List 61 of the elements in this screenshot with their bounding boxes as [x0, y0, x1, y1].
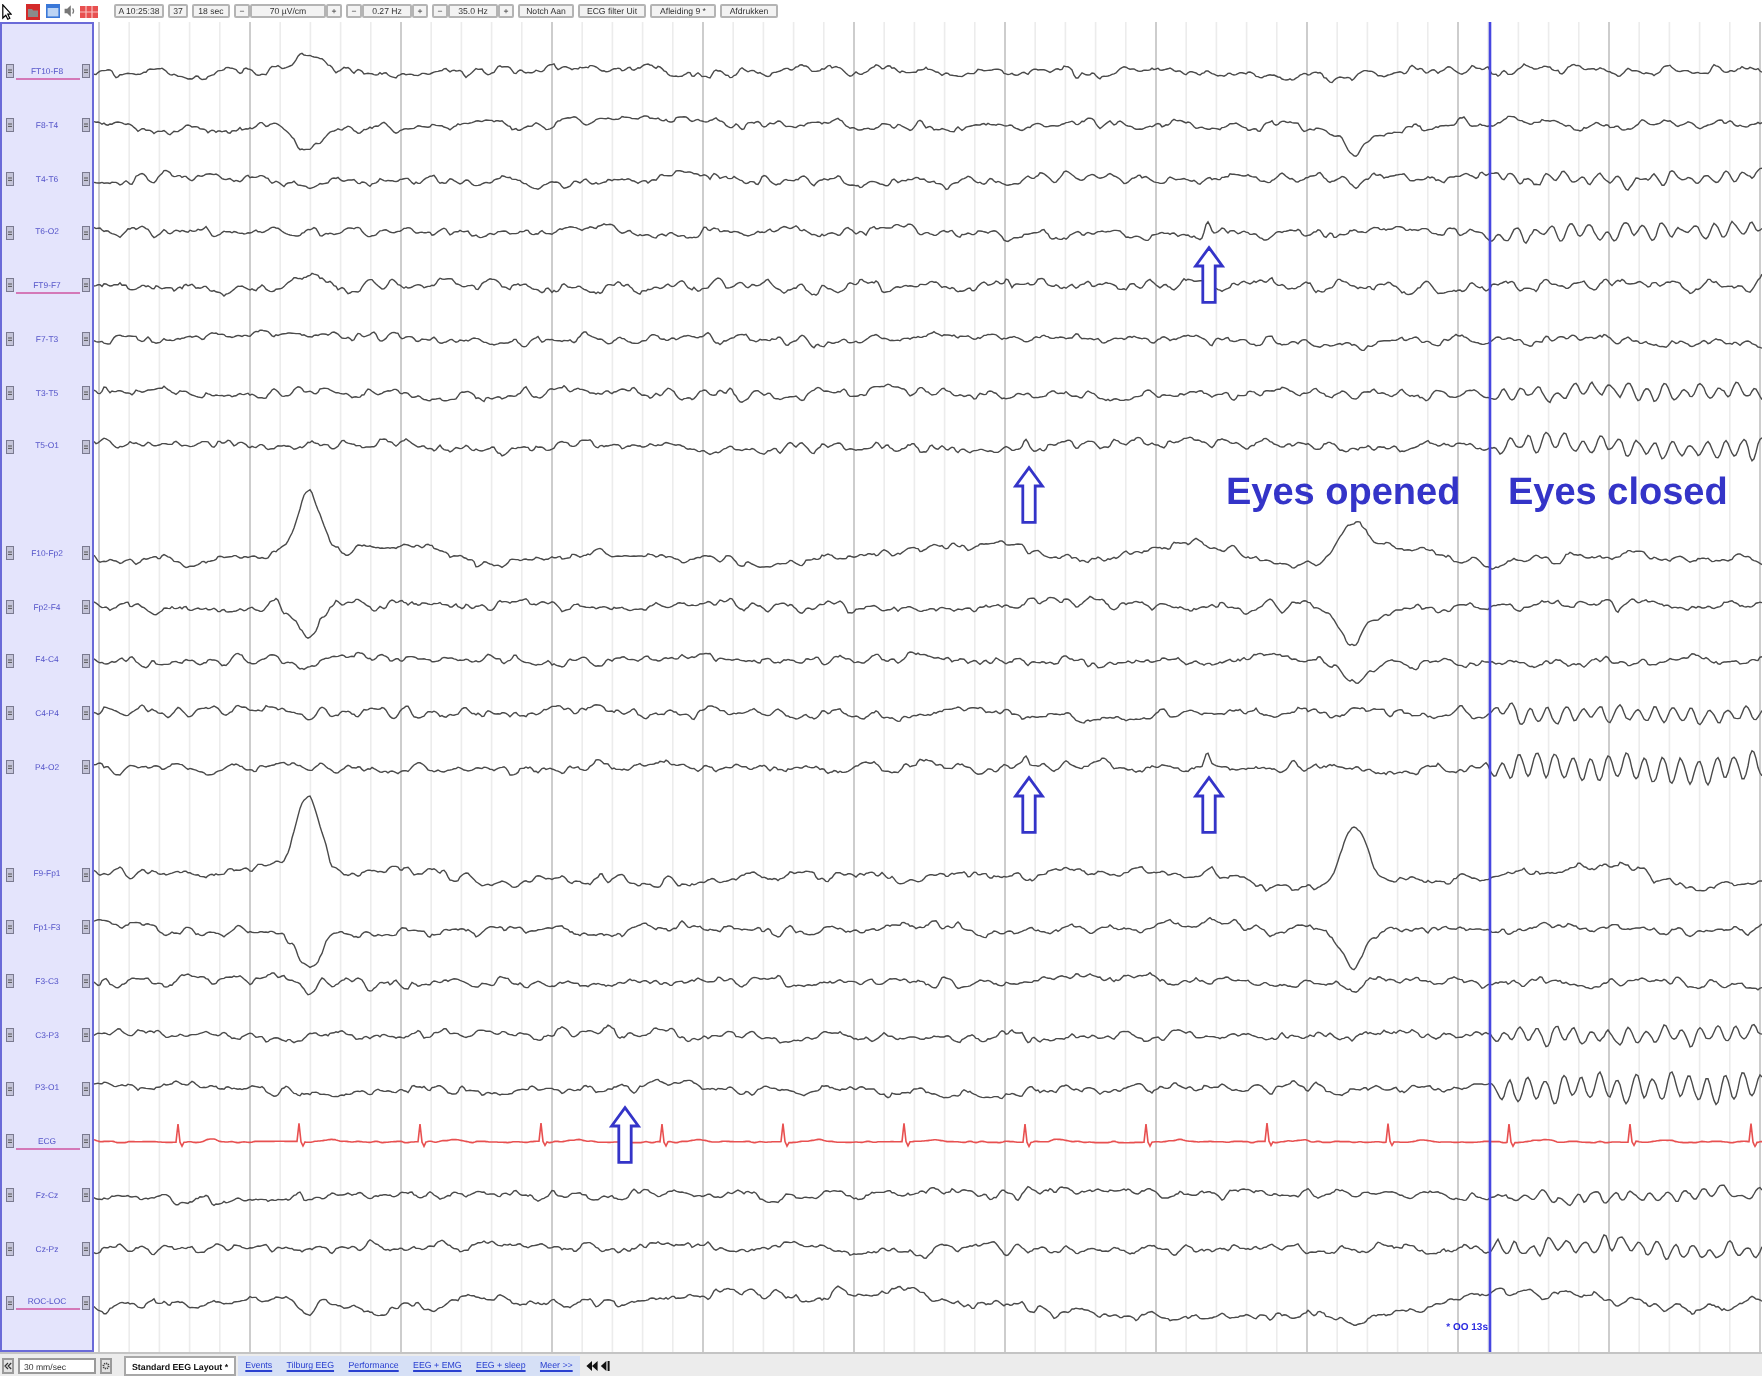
- grid-icon[interactable]: [80, 5, 98, 17]
- folder-icon[interactable]: [26, 3, 40, 19]
- handle-icon[interactable]: [81, 1027, 89, 1042]
- handle-icon[interactable]: [5, 920, 13, 935]
- handle-icon[interactable]: [81, 1188, 89, 1203]
- handle-icon[interactable]: [5, 653, 13, 668]
- gear-icon: [102, 1361, 110, 1369]
- handle-icon[interactable]: [5, 1134, 13, 1149]
- speaker-icon[interactable]: [64, 4, 76, 18]
- up-arrow-icon: [1192, 245, 1226, 304]
- handle-icon[interactable]: [81, 225, 89, 240]
- annotation-text: Eyes closed: [1508, 474, 1728, 512]
- handle-icon[interactable]: [81, 867, 89, 882]
- handle-icon[interactable]: [81, 1134, 89, 1149]
- handle-icon[interactable]: [81, 546, 89, 561]
- handle-icon[interactable]: [5, 974, 13, 989]
- handle-icon[interactable]: [5, 64, 13, 79]
- annotation-text: Eyes opened: [1226, 474, 1461, 512]
- up-arrow-icon: [1012, 775, 1046, 834]
- handle-icon[interactable]: [5, 1295, 13, 1310]
- handle-icon[interactable]: [81, 118, 89, 133]
- handle-icon[interactable]: [81, 278, 89, 293]
- handle-icon[interactable]: [5, 225, 13, 240]
- handle-icon[interactable]: [5, 760, 13, 775]
- handle-icon[interactable]: [81, 920, 89, 935]
- handle-icon[interactable]: [5, 1188, 13, 1203]
- handle-icon[interactable]: [5, 118, 13, 133]
- up-arrow-icon: [1192, 775, 1226, 834]
- handle-icon[interactable]: [81, 385, 89, 400]
- handle-icon[interactable]: [81, 653, 89, 668]
- up-arrow-icon: [608, 1105, 642, 1164]
- handle-icon[interactable]: [81, 171, 89, 186]
- handle-icon[interactable]: [5, 439, 13, 454]
- handle-icon[interactable]: [5, 706, 13, 721]
- handle-icon[interactable]: [81, 1081, 89, 1096]
- skip-back-icon[interactable]: [599, 1359, 610, 1371]
- settings-button[interactable]: [100, 1357, 112, 1373]
- handle-icon[interactable]: [81, 1295, 89, 1310]
- collapse-button[interactable]: [2, 1357, 14, 1373]
- handle-icon[interactable]: [81, 64, 89, 79]
- handle-icon[interactable]: [5, 332, 13, 347]
- handle-icon[interactable]: [5, 171, 13, 186]
- handle-icon[interactable]: [5, 599, 13, 614]
- handle-icon[interactable]: [81, 1241, 89, 1256]
- cursor-icon[interactable]: [2, 3, 12, 19]
- handle-icon[interactable]: [5, 1241, 13, 1256]
- handle-icon[interactable]: [5, 1081, 13, 1096]
- window-icon[interactable]: [46, 4, 60, 18]
- handle-icon[interactable]: [81, 332, 89, 347]
- handle-icon[interactable]: [5, 546, 13, 561]
- handle-icon[interactable]: [5, 385, 13, 400]
- handle-icon[interactable]: [5, 1027, 13, 1042]
- handle-icon[interactable]: [81, 599, 89, 614]
- up-arrow-icon: [1012, 465, 1046, 524]
- handle-icon[interactable]: [81, 706, 89, 721]
- double-chevron-left-icon: [4, 1361, 12, 1369]
- handle-icon[interactable]: [81, 439, 89, 454]
- handle-icon[interactable]: [81, 974, 89, 989]
- handle-icon[interactable]: [5, 278, 13, 293]
- handle-icon[interactable]: [5, 867, 13, 882]
- handle-icon[interactable]: [81, 760, 89, 775]
